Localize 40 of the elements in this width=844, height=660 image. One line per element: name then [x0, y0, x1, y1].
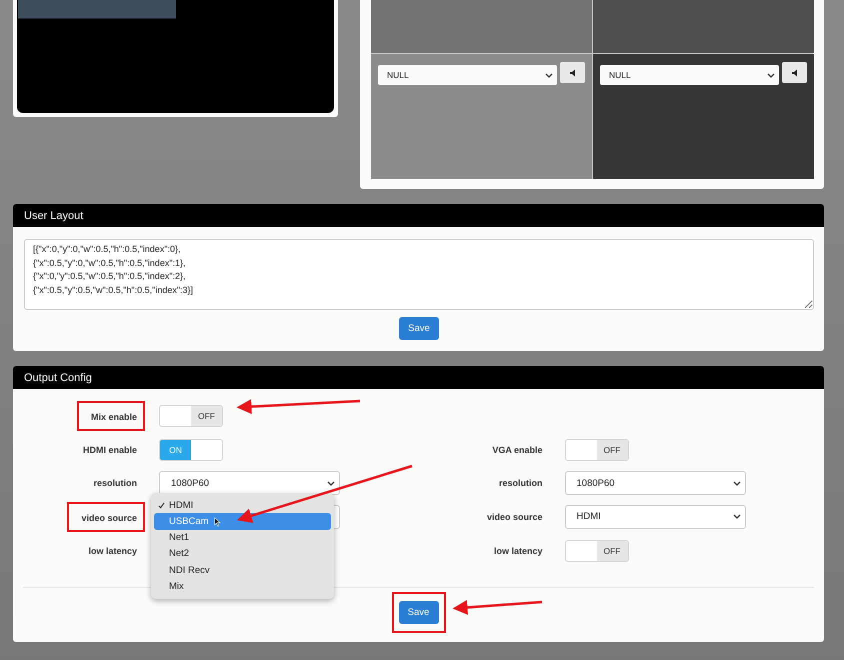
- dropdown-option[interactable]: Net2: [154, 546, 331, 562]
- field-label: Mix enable: [90, 412, 137, 422]
- save-button[interactable]: Save: [399, 317, 439, 340]
- chevron-icon: [545, 72, 553, 78]
- chevron-icon: [732, 514, 740, 520]
- speaker-icon: [568, 68, 576, 76]
- panel-title: Output Config: [24, 372, 92, 384]
- toggle-switch[interactable]: OFF: [564, 540, 628, 562]
- field-label: resolution: [93, 478, 137, 488]
- field-label: low latency: [494, 546, 542, 556]
- toggle-off: OFF: [596, 540, 628, 561]
- layout-text-area[interactable]: [{"x":0,"y":0,"w":0.5,"h":0.5,"index":0}, {"x":0.5,"y":0,"w":0.5,"h":0.5,"index":1}, {"x":0,"y":0.5,"w":0.5,"h":0.5,"index":2}, {"x":0.5,"y":0.5,"w":0.5,"h":0.5,"index":3}]: [24, 239, 814, 310]
- field-label: video source: [81, 512, 137, 523]
- dropdown-option[interactable]: NDI Recv: [154, 562, 331, 578]
- toggle-on: ON: [160, 440, 191, 460]
- chevron-icon: [767, 72, 775, 78]
- chevron-icon: [327, 480, 335, 486]
- speaker-icon: [790, 68, 798, 76]
- select-field[interactable]: HDMI: [564, 504, 746, 529]
- chevron-icon: [732, 480, 740, 486]
- source-select[interactable]: NULL: [378, 65, 557, 85]
- audio-button[interactable]: [782, 62, 807, 83]
- source-select[interactable]: NULL: [600, 65, 779, 85]
- select-field[interactable]: 1080P60: [159, 471, 340, 496]
- check-icon: [158, 502, 165, 509]
- dropdown-option[interactable]: Mix: [154, 578, 331, 595]
- field-label: resolution: [498, 478, 542, 488]
- audio-button[interactable]: [560, 62, 585, 83]
- dropdown-option[interactable]: Net1: [154, 530, 331, 546]
- panel-title: User Layout: [24, 210, 84, 222]
- toggle-off: OFF: [191, 406, 222, 426]
- select-field[interactable]: 1080P60: [564, 471, 746, 496]
- toggle-switch[interactable]: OFF: [564, 438, 628, 461]
- field-label: VGA enable: [492, 444, 542, 455]
- field-label: low latency: [88, 546, 137, 556]
- field-label: HDMI enable: [82, 444, 137, 455]
- save-button[interactable]: Save: [398, 601, 438, 624]
- toggle-off: OFF: [596, 440, 628, 460]
- field-label: video source: [486, 512, 542, 522]
- dropdown-option[interactable]: HDMI: [154, 496, 331, 514]
